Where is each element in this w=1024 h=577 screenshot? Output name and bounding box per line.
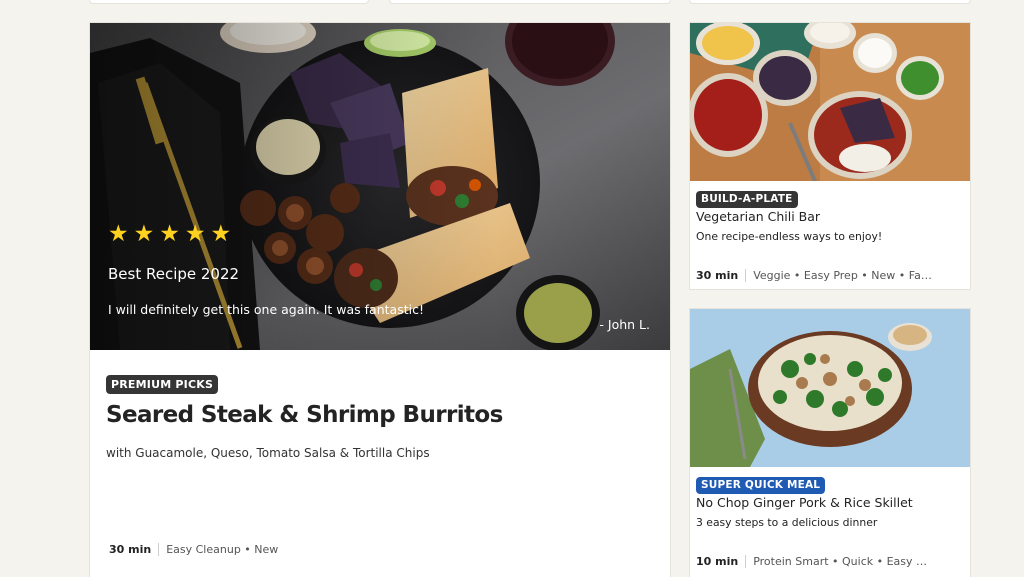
recipe-subtitle: with Guacamole, Queso, Tomato Salsa & To…	[106, 446, 430, 460]
pork-skillet-photo	[690, 309, 970, 467]
star-icon: ★	[210, 221, 232, 247]
recipe-image	[690, 23, 970, 181]
recipe-title[interactable]: Seared Steak & Shrimp Burritos	[106, 402, 503, 428]
review-author: - John L.	[599, 317, 650, 332]
recipe-image	[690, 309, 970, 467]
previous-card-edge	[689, 0, 971, 4]
recipe-hero-image: ★ ★ ★ ★ ★ Best Recipe 2022 I will defini…	[90, 23, 670, 350]
rating-stars: ★ ★ ★ ★ ★	[108, 223, 231, 246]
recipe-badge: PREMIUM PICKS	[106, 375, 219, 394]
star-icon: ★	[159, 221, 180, 247]
star-icon: ★	[184, 221, 206, 247]
recipe-card-pork[interactable]: SUPER QUICK MEAL No Chop Ginger Pork & R…	[689, 308, 971, 577]
recipe-title[interactable]: No Chop Ginger Pork & Rice Skillet	[696, 495, 913, 510]
chili-bar-photo	[690, 23, 970, 181]
recipe-badge: SUPER QUICK MEAL	[696, 477, 826, 494]
previous-card-edge	[389, 0, 671, 4]
review-quote: I will definitely get this one again. It…	[108, 302, 424, 317]
recipe-tags: Veggie • Easy Prep • New • Fam...	[753, 269, 934, 282]
featured-recipe-card[interactable]: ★ ★ ★ ★ ★ Best Recipe 2022 I will defini…	[89, 22, 671, 577]
recipe-subtitle: One recipe-endless ways to enjoy!	[696, 230, 883, 243]
cook-time: 30 min	[109, 543, 160, 556]
star-icon: ★	[133, 221, 155, 247]
recipe-tags: Protein Smart • Quick • Easy Pr...	[753, 555, 934, 568]
recipe-title[interactable]: Vegetarian Chili Bar	[696, 209, 820, 224]
recipe-subtitle: 3 easy steps to a delicious dinner	[696, 516, 878, 529]
recipe-meta: 10 min Protein Smart • Quick • Easy Pr..…	[696, 555, 933, 568]
recipe-meta: 30 min Easy Cleanup • New	[109, 543, 278, 556]
cook-time: 30 min	[696, 269, 747, 282]
previous-card-edge	[89, 0, 369, 4]
star-icon: ★	[108, 221, 129, 247]
recipe-badge: BUILD-A-PLATE	[696, 191, 798, 208]
hero-gradient-overlay	[90, 23, 670, 350]
recipe-tags: Easy Cleanup • New	[166, 543, 279, 556]
recipe-card-chili[interactable]: BUILD-A-PLATE Vegetarian Chili Bar One r…	[689, 22, 971, 290]
review-title: Best Recipe 2022	[108, 265, 240, 283]
cook-time: 10 min	[696, 555, 747, 568]
recipe-meta: 30 min Veggie • Easy Prep • New • Fam...	[696, 269, 933, 282]
